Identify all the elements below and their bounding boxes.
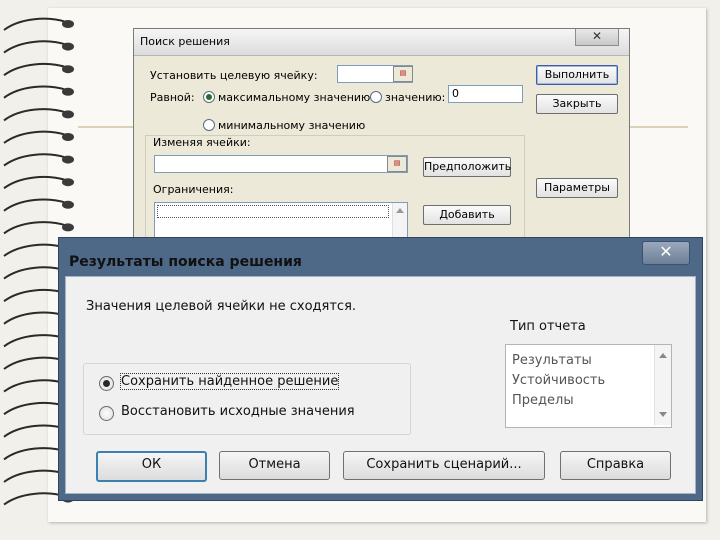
changing-cells-ref-icon[interactable]: ▤ — [387, 156, 407, 172]
changing-cells-input[interactable] — [154, 155, 408, 173]
spiral-hole — [62, 110, 74, 119]
spiral-ring — [3, 469, 67, 483]
min-label: минимальному значению — [218, 119, 366, 132]
results-body: Значения целевой ячейки не сходятся. Тип… — [65, 276, 696, 494]
spiral-ring — [3, 62, 67, 77]
results-dialog: Результаты поиска решения ✕ Значения цел… — [58, 237, 703, 501]
close-button[interactable]: Закрыть — [536, 94, 618, 114]
target-cell-ref-icon[interactable]: ▤ — [393, 66, 413, 82]
results-message: Значения целевой ячейки не сходятся. — [86, 299, 357, 314]
results-close-icon[interactable]: ✕ — [642, 241, 690, 265]
spiral-hole — [62, 200, 74, 209]
spiral-hole — [62, 133, 74, 141]
report-scrollbar[interactable] — [654, 345, 671, 425]
spiral-ring — [3, 266, 67, 280]
spiral-ring — [3, 424, 67, 438]
spiral-ring — [3, 153, 67, 167]
spiral-ring — [3, 17, 67, 31]
spiral-ring — [3, 130, 67, 144]
spiral-hole — [62, 20, 74, 28]
spiral-ring — [3, 447, 67, 461]
restore-values-radio[interactable] — [99, 406, 114, 421]
report-item-sensitivity[interactable]: Устойчивость — [512, 373, 605, 388]
spiral-ring — [3, 356, 67, 370]
save-scenario-button[interactable]: Сохранить сценарий... — [343, 451, 545, 480]
report-type-label: Тип отчета — [510, 319, 586, 334]
spiral-ring — [3, 85, 67, 99]
value-input[interactable]: 0 — [448, 85, 523, 103]
restore-values-label[interactable]: Восстановить исходные значения — [121, 404, 355, 419]
cancel-button[interactable]: Отмена — [219, 451, 330, 480]
spiral-ring — [3, 379, 67, 393]
spiral-ring — [3, 492, 67, 506]
spiral-ring — [3, 311, 67, 325]
results-title: Результаты поиска решения — [69, 254, 302, 270]
spiral-hole — [62, 87, 74, 96]
report-item-limits[interactable]: Пределы — [512, 393, 574, 408]
scroll-up-icon[interactable] — [659, 353, 667, 358]
spiral-ring — [3, 288, 67, 303]
report-type-list[interactable]: Результаты Устойчивость Пределы — [505, 344, 672, 428]
help-button[interactable]: Справка — [560, 451, 671, 480]
spiral-hole — [62, 42, 74, 51]
solver-title: Поиск решения — [140, 35, 230, 48]
spiral-ring — [3, 243, 67, 257]
equal-label: Равной: — [150, 91, 195, 104]
add-button[interactable]: Добавить — [423, 205, 511, 225]
keep-solution-radio[interactable] — [99, 376, 114, 391]
spiral-ring — [3, 401, 67, 416]
constraints-list-focus — [157, 205, 389, 218]
target-cell-label: Установить целевую ячейку: — [150, 69, 318, 82]
keep-solution-label[interactable]: Сохранить найденное решение — [119, 373, 340, 390]
spiral-hole — [62, 155, 74, 164]
scroll-up-icon[interactable] — [396, 208, 404, 213]
solver-dialog: Поиск решения ✕ Установить целевую ячейк… — [133, 28, 630, 260]
spiral-hole — [62, 223, 74, 232]
value-radio[interactable] — [370, 91, 382, 103]
spiral-ring — [3, 108, 67, 122]
value-label: значению: — [385, 91, 446, 104]
guess-button[interactable]: Предположить — [423, 157, 511, 177]
execute-button[interactable]: Выполнить — [536, 65, 618, 85]
spiral-ring — [3, 198, 67, 212]
max-radio[interactable] — [203, 91, 215, 103]
changing-cells-label: Изменяя ячейки: — [153, 136, 251, 149]
spiral-hole — [62, 178, 74, 187]
spiral-ring — [3, 334, 67, 348]
spiral-hole — [62, 65, 74, 74]
spiral-ring — [3, 221, 67, 235]
spiral-ring — [3, 175, 67, 190]
solver-title-bar: Поиск решения — [134, 29, 629, 56]
options-button[interactable]: Параметры — [536, 178, 618, 198]
spiral-ring — [3, 40, 67, 54]
solution-radio-group: Сохранить найденное решение Восстановить… — [83, 363, 411, 435]
scroll-down-icon[interactable] — [659, 412, 667, 417]
solver-close-icon[interactable]: ✕ — [575, 29, 619, 46]
ok-button[interactable]: ОК — [96, 451, 207, 482]
max-label: максимальному значению — [218, 91, 371, 104]
constraints-label: Ограничения: — [153, 183, 234, 196]
report-item-results[interactable]: Результаты — [512, 353, 592, 368]
min-radio[interactable] — [203, 119, 215, 131]
